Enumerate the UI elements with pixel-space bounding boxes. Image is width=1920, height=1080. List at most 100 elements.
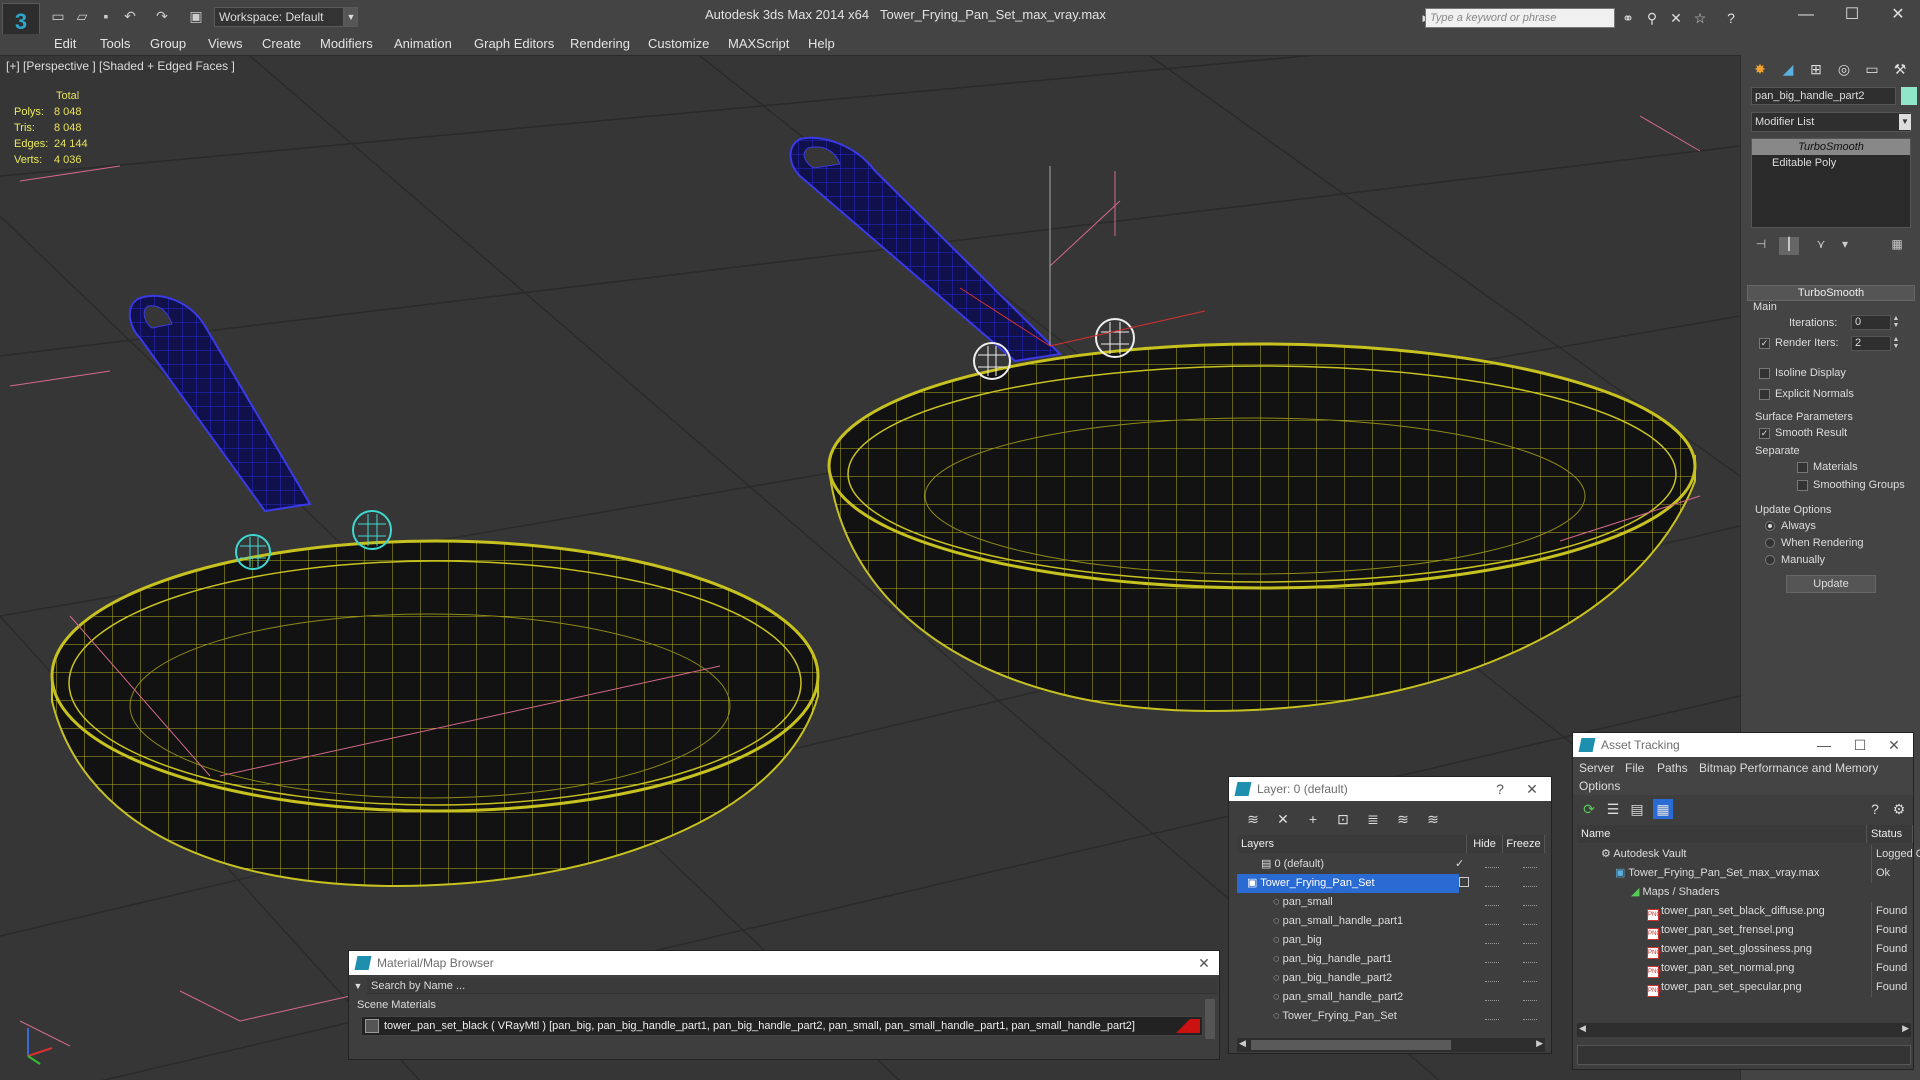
hierarchy-tab-icon[interactable]: ⊞ [1803, 57, 1829, 81]
menu-animation[interactable]: Animation [394, 36, 452, 51]
maximize-window-button[interactable]: ☐ [1830, 2, 1874, 28]
freeze-toggle[interactable] [1523, 905, 1537, 909]
freeze-toggle[interactable] [1523, 981, 1537, 985]
hide-toggle[interactable] [1485, 981, 1499, 985]
add-to-layer-icon[interactable]: + [1303, 809, 1323, 829]
render-iters-spinner-arrows[interactable]: ▲ ▼ [1891, 336, 1901, 351]
modifier-list-arrow-icon[interactable]: ▼ [1899, 114, 1911, 130]
layer-row[interactable]: ▤ 0 (default) ✓ [1237, 855, 1537, 874]
asset-menu-options[interactable]: Options [1579, 779, 1620, 793]
search-options-arrow-icon[interactable]: ▼ [351, 978, 365, 994]
object-color-swatch[interactable] [1901, 87, 1917, 105]
scroll-left-icon[interactable]: ◀ [1239, 1038, 1246, 1049]
menu-maxscript[interactable]: MAXScript [728, 36, 789, 51]
modifier-list-dropdown[interactable]: Modifier List [1751, 112, 1911, 132]
create-layer-icon[interactable]: ≋ [1243, 809, 1263, 829]
asset-row-maps-folder[interactable]: ◢ Maps / Shaders [1577, 883, 1915, 902]
asset-status-column-header[interactable]: Status [1867, 825, 1913, 843]
workspace-dropdown[interactable]: Workspace: Default [214, 7, 344, 27]
delete-layer-icon[interactable]: ✕ [1273, 809, 1293, 829]
tree-view-icon[interactable]: ▤ [1627, 799, 1647, 819]
iterations-spinner-arrows[interactable]: ▲ ▼ [1891, 315, 1901, 330]
refresh-icon[interactable]: ⟳ [1579, 799, 1599, 819]
help-icon[interactable]: ? [1720, 8, 1742, 28]
minimize-window-button[interactable]: — [1784, 2, 1828, 28]
pin-stack-icon[interactable]: ⊣ [1751, 237, 1771, 255]
freeze-column-header[interactable]: Freeze [1503, 835, 1545, 853]
menu-rendering[interactable]: Rendering [570, 36, 630, 51]
motion-tab-icon[interactable]: ◎ [1831, 57, 1857, 81]
freeze-all-layers-icon[interactable]: ≋ [1423, 809, 1443, 829]
layer-window-help-button[interactable]: ? [1485, 777, 1515, 801]
layer-row[interactable]: ◌ pan_small_handle_part2 [1237, 988, 1403, 1007]
asset-row-png[interactable]: PNGtower_pan_set_normal.png Found [1577, 959, 1915, 978]
always-radio[interactable] [1765, 521, 1775, 531]
freeze-toggle[interactable] [1523, 867, 1537, 871]
hide-toggle[interactable] [1485, 1000, 1499, 1004]
material-row-tower-pan-set-black[interactable]: tower_pan_set_black ( VRayMtl ) [pan_big… [361, 1016, 1203, 1036]
hide-toggle[interactable] [1485, 1019, 1499, 1023]
stack-item-turbosmooth[interactable]: TurboSmooth [1752, 139, 1910, 155]
layer-row[interactable]: ◌ pan_small [1237, 893, 1333, 912]
layer-horizontal-scrollbar[interactable]: ◀ ▶ [1237, 1038, 1545, 1052]
hide-toggle[interactable] [1485, 943, 1499, 947]
asset-row-png[interactable]: PNGtower_pan_set_specular.png Found [1577, 978, 1915, 997]
communication-icon[interactable]: ✕ [1665, 8, 1687, 28]
viewport-label[interactable]: [+] [Perspective ] [Shaded + Edged Faces… [6, 59, 235, 73]
scene-materials-header[interactable]: Scene Materials [357, 999, 436, 1011]
configure-modifier-sets-icon[interactable]: ▦ [1887, 237, 1907, 255]
create-tab-icon[interactable]: ✸ [1747, 57, 1773, 81]
layer-window-close-button[interactable]: ✕ [1517, 777, 1547, 801]
menu-create[interactable]: Create [262, 36, 301, 51]
asset-menu-paths[interactable]: Paths [1657, 761, 1688, 775]
menu-modifiers[interactable]: Modifiers [320, 36, 373, 51]
show-end-result-icon[interactable]: ┃ [1779, 237, 1799, 255]
menu-views[interactable]: Views [208, 36, 242, 51]
modify-tab-icon[interactable]: ◢ [1775, 57, 1801, 81]
layer-row[interactable]: ◌ pan_small_handle_part1 [1237, 912, 1403, 931]
update-button[interactable]: Update [1786, 575, 1876, 593]
remove-modifier-icon[interactable]: ▾ [1835, 237, 1855, 255]
freeze-toggle[interactable] [1523, 1019, 1537, 1023]
hide-toggle[interactable] [1485, 962, 1499, 966]
material-browser-scrollbar[interactable] [1205, 999, 1215, 1039]
save-file-icon[interactable]: ▪ [96, 6, 116, 26]
smooth-result-checkbox[interactable]: ✓ [1759, 428, 1770, 439]
undo-icon[interactable]: ↶ [120, 6, 140, 26]
subscription-icon[interactable]: ⚲ [1641, 8, 1663, 28]
project-folder-icon[interactable]: ▣ [186, 6, 206, 26]
manually-radio[interactable] [1765, 555, 1775, 565]
menu-help[interactable]: Help [808, 36, 835, 51]
asset-settings-icon[interactable]: ⚙ [1889, 799, 1909, 819]
asset-row-png[interactable]: PNGtower_pan_set_frensel.png Found [1577, 921, 1915, 940]
layer-row[interactable]: ◌ pan_big_handle_part2 [1237, 969, 1392, 988]
render-iters-spinner[interactable]: 2 [1851, 336, 1891, 351]
utilities-tab-icon[interactable]: ⚒ [1887, 57, 1913, 81]
asset-name-column-header[interactable]: Name [1577, 825, 1867, 843]
asset-menu-server[interactable]: Server [1579, 761, 1614, 775]
object-name-field[interactable]: pan_big_handle_part2 [1751, 87, 1896, 105]
workspace-dropdown-arrow[interactable]: ▼ [344, 7, 358, 27]
explicit-normals-checkbox[interactable] [1759, 389, 1770, 400]
menu-graph-editors[interactable]: Graph Editors [474, 36, 554, 51]
menu-tools[interactable]: Tools [100, 36, 130, 51]
asset-row-vault[interactable]: ⚙ Autodesk Vault Logged O [1577, 845, 1920, 864]
layer-visibility-box[interactable] [1459, 877, 1469, 887]
make-unique-icon[interactable]: ⋎ [1811, 237, 1831, 255]
material-search-input[interactable]: Search by Name ... [367, 978, 1217, 994]
layer-row[interactable]: ◌ pan_big_handle_part1 [1237, 950, 1392, 969]
hide-toggle[interactable] [1485, 867, 1499, 871]
hide-toggle[interactable] [1485, 905, 1499, 909]
asset-maximize-button[interactable]: ☐ [1845, 733, 1875, 757]
render-iters-checkbox[interactable]: ✓ [1759, 338, 1770, 349]
asset-menu-file[interactable]: File [1625, 761, 1644, 775]
close-window-button[interactable]: ✕ [1876, 2, 1920, 28]
new-file-icon[interactable]: ▭ [48, 6, 68, 26]
scroll-right-icon[interactable]: ▶ [1536, 1038, 1543, 1049]
asset-menu-bitmap-performance[interactable]: Bitmap Performance and Memory [1699, 761, 1878, 775]
layer-row-selected[interactable]: ▣ Tower_Frying_Pan_Set [1237, 874, 1459, 893]
hide-all-layers-icon[interactable]: ≋ [1393, 809, 1413, 829]
hide-toggle[interactable] [1485, 886, 1499, 890]
asset-minimize-button[interactable]: — [1809, 733, 1839, 757]
scroll-left-icon[interactable]: ◀ [1579, 1023, 1586, 1034]
